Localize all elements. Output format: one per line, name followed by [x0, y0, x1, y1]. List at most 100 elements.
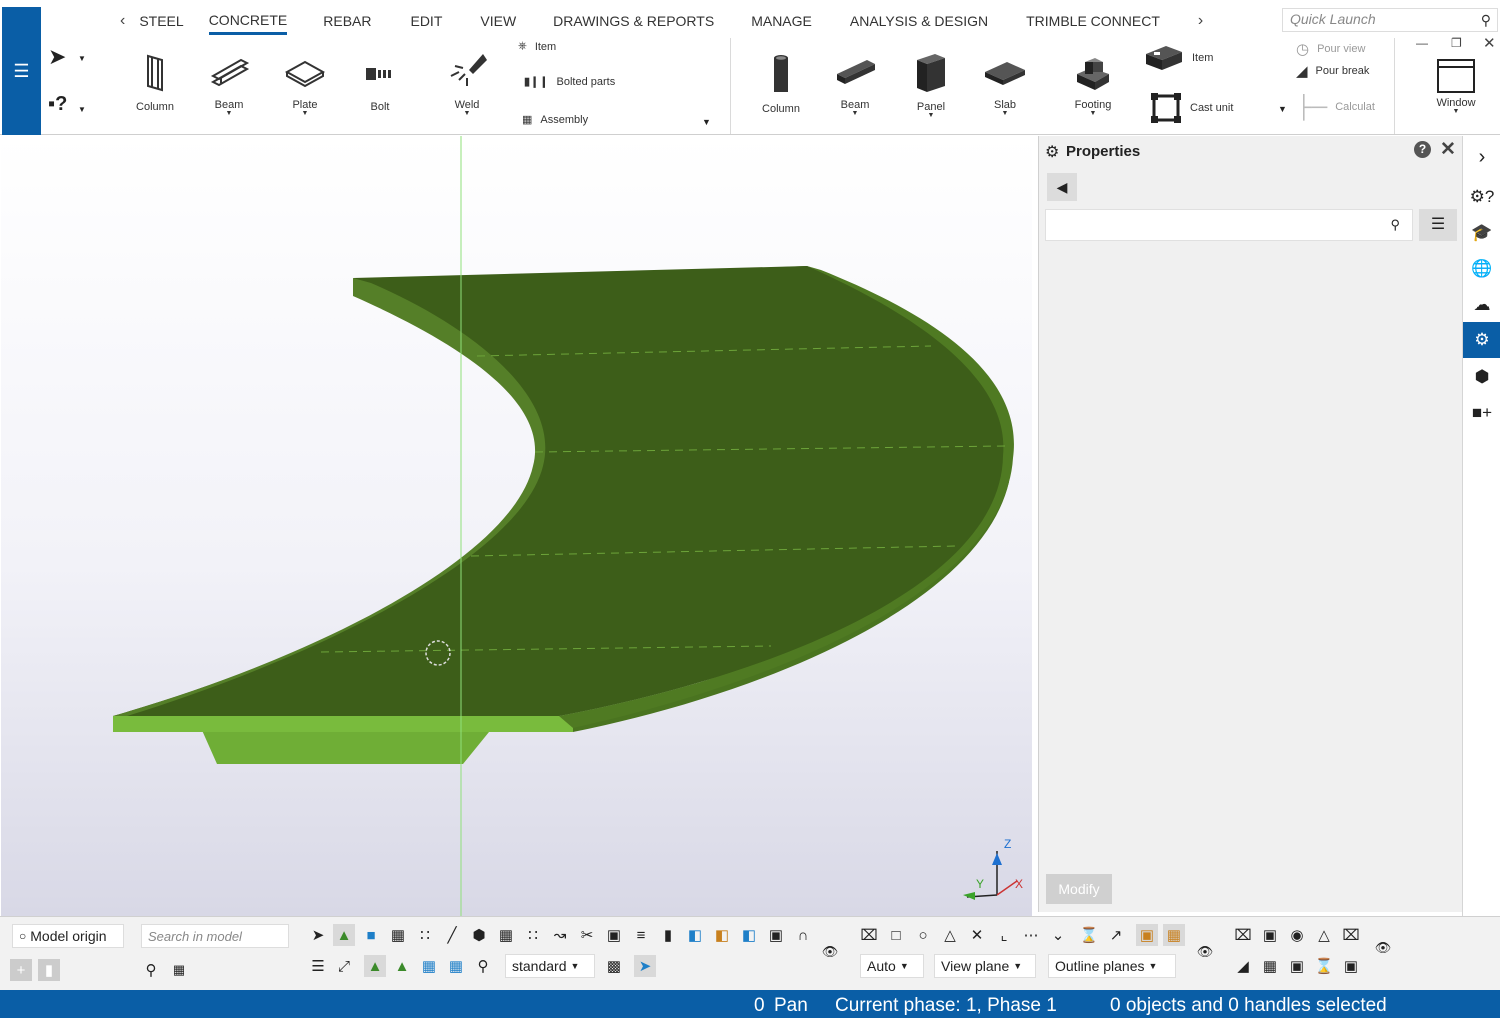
select-cube-icon[interactable]: ⬢ — [468, 924, 490, 946]
select-reference-icon[interactable]: ∩ — [792, 924, 814, 946]
snap-tree-icon[interactable]: ▲ — [391, 955, 413, 977]
cube-icon[interactable]: ⬢ — [1463, 360, 1500, 394]
file-menu-button[interactable]: ☰ — [2, 7, 41, 135]
auto-dropdown[interactable]: Auto ▼ — [860, 954, 924, 978]
properties-menu-button[interactable]: ☰ — [1419, 209, 1457, 241]
tab-rebar[interactable]: REBAR — [323, 9, 371, 33]
render-arrow-icon[interactable]: ▣ — [1340, 955, 1362, 977]
snap-orange-corners-icon[interactable]: ▦ — [1163, 924, 1185, 946]
tab-drawings-reports[interactable]: DRAWINGS & REPORTS — [553, 9, 714, 33]
help-pointer-icon[interactable]: ▪? — [48, 93, 67, 116]
cloud-icon[interactable]: ☁ — [1463, 288, 1500, 322]
select-line-icon[interactable]: ╱ — [441, 924, 463, 946]
render-corner-icon[interactable]: ◢ — [1232, 955, 1254, 977]
select-tree-icon[interactable]: ▲ — [333, 924, 355, 946]
chevron-down-icon[interactable]: ▼ — [1428, 108, 1484, 115]
render-square-icon[interactable]: ▣ — [1259, 924, 1281, 946]
bolted-parts-button[interactable]: ▮❙❙ Bolted parts — [524, 75, 615, 89]
render-x-icon[interactable]: ▦ — [1259, 955, 1281, 977]
restore-icon[interactable]: ❐ — [1451, 36, 1462, 50]
pour-break-button[interactable]: ◢ Pour break — [1296, 62, 1369, 80]
search-icon[interactable]: ⚲ — [1481, 12, 1491, 29]
snap-hourglass-icon[interactable]: ⌛ — [1078, 924, 1100, 946]
render-cross-icon[interactable]: ⌧ — [1340, 924, 1362, 946]
snap-square-icon[interactable]: □ — [885, 924, 907, 946]
properties-search-input[interactable]: ⚲ — [1045, 209, 1413, 241]
snap-box-x-icon[interactable]: ⌧ — [858, 924, 880, 946]
footing-button[interactable]: Footing ▼ — [1066, 52, 1120, 117]
search-icon[interactable]: ⚲ — [140, 959, 162, 981]
pour-view-button[interactable]: ◷ Pour view — [1296, 40, 1365, 58]
assembly-button[interactable]: ▦ Assembly — [522, 113, 588, 127]
chevron-down-icon[interactable]: ▼ — [278, 110, 332, 117]
eye-icon[interactable]: 👁 — [819, 941, 841, 963]
select-cut-icon[interactable]: ✂ — [576, 924, 598, 946]
snap-cross-icon[interactable]: ✕ — [966, 924, 988, 946]
help-icon[interactable]: ? — [1414, 141, 1431, 158]
model-viewport[interactable]: Z Y X — [1, 136, 1032, 916]
zoom-select-icon[interactable]: ▦ — [168, 959, 190, 981]
select-assembly-icon[interactable]: ≡ — [630, 924, 652, 946]
tabs-right-chevron-icon[interactable]: › — [1198, 12, 1203, 30]
chevron-down-icon[interactable]: ▼ — [978, 110, 1032, 117]
layers-icon[interactable]: ☰ — [307, 955, 329, 977]
render-wave-icon[interactable]: ▣ — [1286, 955, 1308, 977]
slab-button[interactable]: Slab ▼ — [978, 52, 1032, 117]
render-triangle-icon[interactable]: △ — [1313, 924, 1335, 946]
shapes-add-icon[interactable]: ■+ — [1463, 396, 1500, 430]
minimize-icon[interactable]: — — [1416, 36, 1428, 50]
properties-gear-icon[interactable]: ⚙ — [1463, 322, 1500, 358]
model-canvas[interactable]: Z Y X — [1, 136, 1032, 916]
select-seam-icon[interactable]: ◧ — [738, 924, 760, 946]
concrete-item-button[interactable]: Item — [1144, 42, 1213, 74]
pattern-icon[interactable]: ▩ — [603, 955, 625, 977]
select-square-icon[interactable]: ■ — [360, 924, 382, 946]
select-grid-icon[interactable]: ▦ — [387, 924, 409, 946]
snap-arrow-icon[interactable]: ↗ — [1105, 924, 1127, 946]
quick-launch-input[interactable]: Quick Launch ⚲ — [1282, 8, 1498, 32]
panel-button[interactable]: Panel ▼ — [904, 50, 958, 119]
chevron-down-icon[interactable]: ▼ — [904, 112, 958, 119]
select-window-icon[interactable]: ▣ — [603, 924, 625, 946]
snap-search-icon[interactable]: ⚲ — [472, 955, 494, 977]
eye-icon[interactable]: 👁 — [1372, 937, 1394, 959]
steel-item-button[interactable]: ⎈ Item — [518, 40, 556, 53]
back-button[interactable]: ◀ — [1047, 173, 1077, 201]
learning-cap-icon[interactable]: 🎓 — [1463, 216, 1500, 250]
select-detail-icon[interactable]: ◧ — [711, 924, 733, 946]
tab-trimble-connect[interactable]: TRIMBLE CONNECT — [1026, 9, 1160, 33]
select-mesh-icon[interactable]: ▦ — [495, 924, 517, 946]
eye-icon[interactable]: 👁 — [1194, 941, 1216, 963]
tab-concrete[interactable]: CONCRETE — [208, 8, 288, 35]
select-bolt-icon[interactable]: ▮ — [657, 924, 679, 946]
select-dots-icon[interactable]: ∷ — [522, 924, 544, 946]
tab-analysis-design[interactable]: ANALYSIS & DESIGN — [850, 9, 988, 33]
tab-manage[interactable]: MANAGE — [751, 9, 812, 33]
globe-icon[interactable]: 🌐 — [1463, 252, 1500, 286]
settings-query-icon[interactable]: ⚙? — [1463, 180, 1500, 214]
tabs-left-chevron-icon[interactable]: ‹ — [120, 12, 125, 30]
snap-circle-icon[interactable]: ○ — [912, 924, 934, 946]
render-circle-icon[interactable]: ◉ — [1286, 924, 1308, 946]
select-pointer-icon[interactable]: ➤ — [48, 44, 66, 70]
chevron-down-icon[interactable]: ▼ — [78, 54, 86, 63]
steel-column-button[interactable]: Column — [128, 52, 182, 113]
chevron-down-icon[interactable]: ▼ — [1066, 110, 1120, 117]
search-icon[interactable]: ⚲ — [1390, 217, 1400, 233]
status-phase[interactable]: Current phase: 1, Phase 1 — [835, 995, 1057, 1017]
tab-steel[interactable]: STEEL — [139, 9, 183, 33]
delete-origin-icon[interactable]: ▮ — [38, 959, 60, 981]
modify-button[interactable]: Modify — [1046, 874, 1112, 904]
outline-planes-dropdown[interactable]: Outline planes ▼ — [1048, 954, 1176, 978]
chevron-down-icon[interactable]: ▼ — [828, 110, 882, 117]
steel-beam-button[interactable]: Beam ▼ — [202, 52, 256, 117]
snap-group2-icon[interactable]: ▦ — [445, 955, 467, 977]
select-pointer-icon[interactable]: ➤ — [307, 924, 329, 946]
render-box-x-icon[interactable]: ⌧ — [1232, 924, 1254, 946]
select-weld-icon[interactable]: ↝ — [549, 924, 571, 946]
concrete-beam-button[interactable]: Beam ▼ — [828, 52, 882, 117]
chevron-down-icon[interactable]: ▼ — [202, 110, 256, 117]
tab-view[interactable]: VIEW — [480, 9, 516, 33]
close-icon[interactable]: ✕ — [1483, 34, 1496, 52]
pointer-select-icon[interactable]: ➤ — [634, 955, 656, 977]
